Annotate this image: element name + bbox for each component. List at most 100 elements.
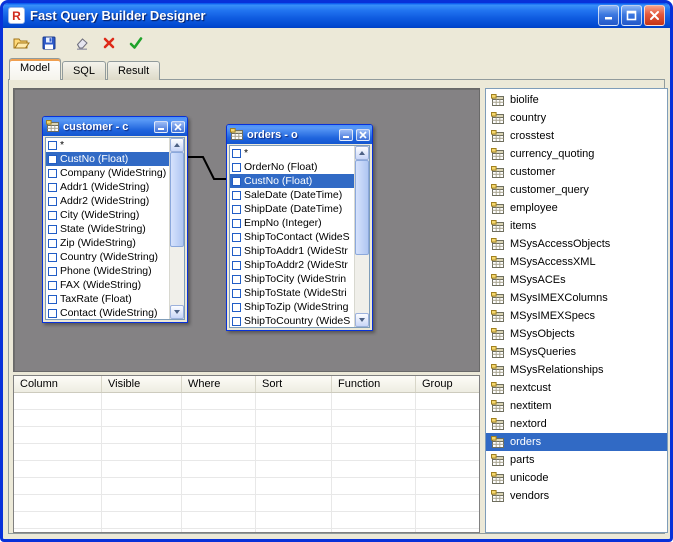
field-checkbox[interactable]: [232, 219, 241, 228]
field-row[interactable]: CustNo (Float): [46, 152, 169, 166]
grid-column-header[interactable]: Group: [416, 376, 479, 392]
table-list-item[interactable]: vendors: [486, 487, 667, 505]
field-row[interactable]: *: [230, 146, 354, 160]
field-row[interactable]: SaleDate (DateTime): [230, 188, 354, 202]
field-checkbox[interactable]: [48, 239, 57, 248]
field-row[interactable]: Country (WideString): [46, 250, 169, 264]
table-list-item[interactable]: MSysAccessXML: [486, 253, 667, 271]
table-list-item[interactable]: MSysRelationships: [486, 361, 667, 379]
field-row[interactable]: *: [46, 138, 169, 152]
field-row[interactable]: OrderNo (Float): [230, 160, 354, 174]
scrollbar-thumb[interactable]: [355, 160, 369, 255]
table-list-item[interactable]: MSysAccessObjects: [486, 235, 667, 253]
table-list-item[interactable]: unicode: [486, 469, 667, 487]
field-row[interactable]: ShipToCountry (WideS: [230, 314, 354, 327]
grid-column-header[interactable]: Sort: [256, 376, 332, 392]
field-row[interactable]: FAX (WideString): [46, 278, 169, 292]
table-list-item[interactable]: employee: [486, 199, 667, 217]
field-row[interactable]: Zip (WideString): [46, 236, 169, 250]
table-list-item[interactable]: customer_query: [486, 181, 667, 199]
grid-column[interactable]: [102, 393, 182, 532]
field-row[interactable]: Addr2 (WideString): [46, 194, 169, 208]
save-button[interactable]: [36, 31, 61, 55]
scrollbar-thumb[interactable]: [170, 152, 184, 247]
minimize-button[interactable]: [598, 5, 619, 26]
field-row[interactable]: Phone (WideString): [46, 264, 169, 278]
grid-column[interactable]: [14, 393, 102, 532]
table-list-item[interactable]: MSysACEs: [486, 271, 667, 289]
table-list-item[interactable]: orders: [486, 433, 667, 451]
design-area[interactable]: customer - c *: [13, 88, 480, 372]
title-bar[interactable]: R Fast Query Builder Designer: [3, 3, 670, 28]
tab[interactable]: Result: [107, 61, 160, 80]
field-checkbox[interactable]: [232, 149, 241, 158]
field-checkbox[interactable]: [48, 155, 57, 164]
maximize-button[interactable]: [621, 5, 642, 26]
field-row[interactable]: TaxRate (Float): [46, 292, 169, 306]
open-button[interactable]: [9, 31, 34, 55]
field-checkbox[interactable]: [48, 253, 57, 262]
vertical-scrollbar[interactable]: [169, 138, 184, 319]
table-window-customer[interactable]: customer - c *: [42, 116, 188, 323]
field-row[interactable]: ShipToContact (WideS: [230, 230, 354, 244]
grid-column-header[interactable]: Function: [332, 376, 416, 392]
field-row[interactable]: CustNo (Float): [230, 174, 354, 188]
tab[interactable]: SQL: [62, 61, 106, 80]
field-checkbox[interactable]: [48, 183, 57, 192]
grid-column[interactable]: [256, 393, 332, 532]
table-list-item[interactable]: nextcust: [486, 379, 667, 397]
field-checkbox[interactable]: [232, 191, 241, 200]
table-list-item[interactable]: MSysQueries: [486, 343, 667, 361]
apply-button[interactable]: [123, 31, 148, 55]
table-list-item[interactable]: nextord: [486, 415, 667, 433]
grid-column[interactable]: [332, 393, 416, 532]
field-checkbox[interactable]: [232, 317, 241, 326]
tab[interactable]: Model: [9, 58, 61, 80]
grid-column[interactable]: [182, 393, 256, 532]
field-row[interactable]: ShipToCity (WideStrin: [230, 272, 354, 286]
field-row[interactable]: City (WideString): [46, 208, 169, 222]
clear-button[interactable]: [69, 31, 94, 55]
field-row[interactable]: EmpNo (Integer): [230, 216, 354, 230]
grid-column-header[interactable]: Column: [14, 376, 102, 392]
field-checkbox[interactable]: [48, 281, 57, 290]
close-button[interactable]: [644, 5, 665, 26]
table-list-item[interactable]: items: [486, 217, 667, 235]
field-row[interactable]: Addr1 (WideString): [46, 180, 169, 194]
field-checkbox[interactable]: [232, 163, 241, 172]
field-checkbox[interactable]: [232, 275, 241, 284]
scroll-up-button[interactable]: [355, 146, 369, 160]
field-row[interactable]: Company (WideString): [46, 166, 169, 180]
vertical-scrollbar[interactable]: [354, 146, 369, 327]
field-row[interactable]: ShipToState (WideStri: [230, 286, 354, 300]
table-window-orders[interactable]: orders - o *: [226, 124, 373, 331]
table-list-item[interactable]: MSysIMEXColumns: [486, 289, 667, 307]
table-list-item[interactable]: nextitem: [486, 397, 667, 415]
table-minimize-button[interactable]: [339, 129, 353, 141]
table-list-item[interactable]: country: [486, 109, 667, 127]
field-checkbox[interactable]: [48, 169, 57, 178]
table-list-item[interactable]: customer: [486, 163, 667, 181]
field-checkbox[interactable]: [232, 303, 241, 312]
field-checkbox[interactable]: [48, 197, 57, 206]
field-row[interactable]: State (WideString): [46, 222, 169, 236]
grid-body[interactable]: [14, 393, 479, 532]
field-checkbox[interactable]: [48, 295, 57, 304]
scroll-down-button[interactable]: [355, 313, 369, 327]
field-row[interactable]: ShipDate (DateTime): [230, 202, 354, 216]
field-checkbox[interactable]: [48, 211, 57, 220]
field-row[interactable]: ShipToAddr1 (WideStr: [230, 244, 354, 258]
field-checkbox[interactable]: [48, 225, 57, 234]
table-close-button[interactable]: [171, 121, 185, 133]
field-checkbox[interactable]: [48, 309, 57, 318]
field-checkbox[interactable]: [232, 289, 241, 298]
field-row[interactable]: ShipToAddr2 (WideStr: [230, 258, 354, 272]
table-window-customer-titlebar[interactable]: customer - c: [43, 117, 187, 136]
field-checkbox[interactable]: [232, 233, 241, 242]
table-list-item[interactable]: crosstest: [486, 127, 667, 145]
field-checkbox[interactable]: [232, 205, 241, 214]
field-checkbox[interactable]: [232, 247, 241, 256]
table-list-item[interactable]: MSysObjects: [486, 325, 667, 343]
table-list-item[interactable]: parts: [486, 451, 667, 469]
scrollbar-track[interactable]: [170, 152, 184, 305]
